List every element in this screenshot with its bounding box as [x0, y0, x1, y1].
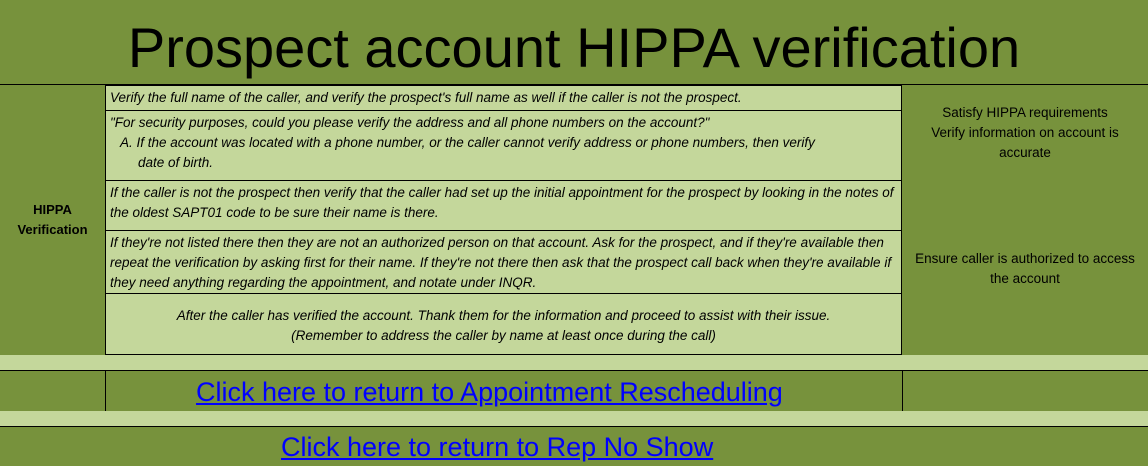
rep-no-show-link[interactable]: Click here to return to Rep No Show [281, 430, 713, 464]
step-1-text: Verify the full name of the caller, and … [110, 90, 742, 105]
purpose-note: Satisfy HIPPA requirements Verify inform… [902, 103, 1148, 163]
row-label-line2: Verification [17, 222, 88, 237]
authorized-line2: the account [990, 271, 1060, 286]
row-label-line1: HIPPA [33, 202, 72, 217]
spacer-band [0, 355, 1148, 370]
step-4-text: If they're not listed there then they ar… [110, 235, 892, 290]
step-5-cell: After the caller has verified the accoun… [105, 293, 902, 355]
link-row-rep-no-show: Click here to return to Rep No Show [0, 427, 1148, 466]
cell-border [105, 371, 106, 411]
link-row-appointment: Click here to return to Appointment Resc… [0, 371, 1148, 411]
step-3-cell: If the caller is not the prospect then v… [105, 180, 902, 231]
step-2-cell: "For security purposes, could you please… [105, 110, 902, 181]
step-1-cell: Verify the full name of the caller, and … [105, 85, 902, 111]
appointment-rescheduling-link[interactable]: Click here to return to Appointment Resc… [196, 375, 783, 409]
step-5-line1: After the caller has verified the accoun… [176, 308, 831, 323]
row-label: HIPPA Verification [0, 200, 105, 240]
authorized-note: Ensure caller is authorized to access th… [902, 249, 1148, 289]
purpose-line3: accurate [999, 145, 1051, 160]
worksheet: Prospect account HIPPA verification HIPP… [0, 0, 1148, 466]
step-5-line2: (Remember to address the caller by name … [291, 328, 716, 343]
step-2-line3: date of birth. [138, 155, 214, 170]
step-3-text: If the caller is not the prospect then v… [110, 185, 894, 220]
step-2-line2: A. If the account was located with a pho… [120, 135, 815, 150]
purpose-line2: Verify information on account is [931, 125, 1119, 140]
authorized-line1: Ensure caller is authorized to access [915, 251, 1135, 266]
page-title: Prospect account HIPPA verification [127, 16, 1021, 79]
step-2-line1: "For security purposes, could you please… [110, 115, 710, 130]
cell-border [902, 371, 903, 411]
spacer-band [0, 411, 1148, 426]
step-4-cell: If they're not listed there then they ar… [105, 230, 902, 294]
purpose-line1: Satisfy HIPPA requirements [942, 105, 1108, 120]
